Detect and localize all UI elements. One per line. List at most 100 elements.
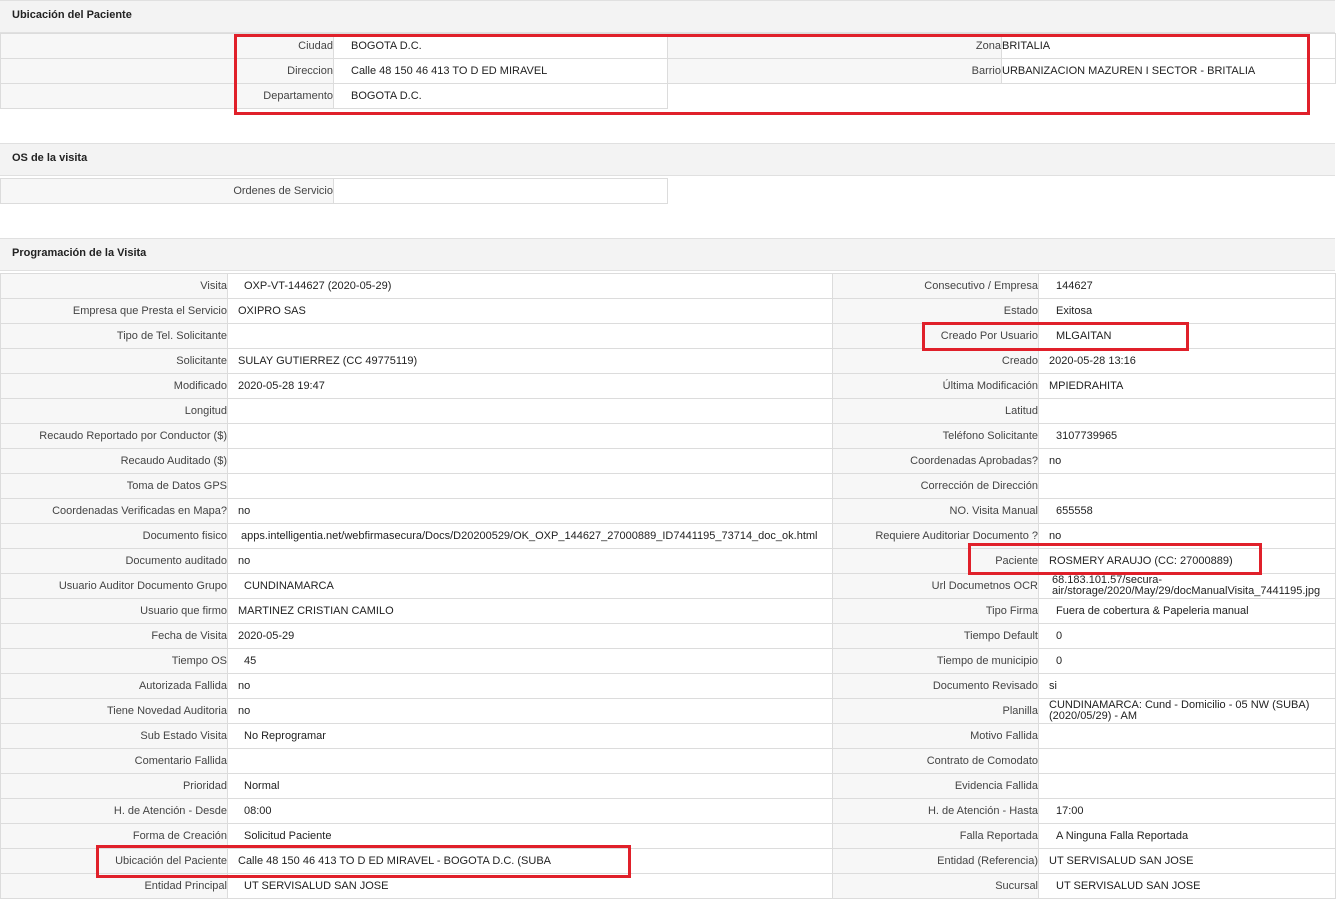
falla-reportada-value: A Ninguna Falla Reportada: [1038, 823, 1336, 849]
estado-label: Estado: [832, 298, 1039, 324]
ultima-modificacion-value: MPIEDRAHITA: [1038, 373, 1336, 399]
sucursal-value: UT SERVISALUD SAN JOSE: [1038, 873, 1336, 899]
planilla-label: Planilla: [832, 698, 1039, 724]
autorizada-fallida-value: no: [227, 673, 833, 699]
tiempo-os-label: Tiempo OS: [0, 648, 228, 674]
tiempo-de-municipio-value: 0: [1038, 648, 1336, 674]
table-row: Fecha de Visita 2020-05-29 Tiempo Default 0: [0, 623, 1336, 649]
tiene-novedad-auditoria-label: Tiene Novedad Auditoria: [0, 698, 228, 724]
departamento-value: BOGOTA D.C.: [333, 83, 668, 109]
no-visita-manual-value: 655558: [1038, 498, 1336, 524]
table-row: Prioridad Normal Evidencia Fallida: [0, 773, 1336, 799]
table-row: Tiene Novedad Auditoria no Planilla CUNDINA…: [0, 698, 1336, 724]
visita-value: OXP-VT-144627 (2020-05-29): [227, 273, 833, 299]
table-row: Toma de Datos GPS Corrección de Dirección: [0, 473, 1336, 499]
recaudo-auditado-label: Recaudo Auditado ($): [0, 448, 228, 474]
consecutivo-empresa-value: 144627: [1038, 273, 1336, 299]
toma-de-datos-gps-label: Toma de Datos GPS: [0, 473, 228, 499]
table-row: Documento auditado no Paciente ROSMERY ARAU…: [0, 548, 1336, 574]
usuario-que-firmo-value: MARTINEZ CRISTIAN CAMILO: [227, 598, 833, 624]
telefono-solicitante-value: 3107739965: [1038, 423, 1336, 449]
creado-label: Creado: [832, 348, 1039, 374]
sub-estado-visita-value: No Reprogramar: [227, 723, 833, 749]
h-de-atencion-hasta-value: 17:00: [1038, 798, 1336, 824]
table-row: Visita OXP-VT-144627 (2020-05-29) Consecut…: [0, 273, 1336, 299]
forma-de-creacion-label: Forma de Creación: [0, 823, 228, 849]
tipo-firma-label: Tipo Firma: [832, 598, 1039, 624]
requiere-auditoriar-documento-value: no: [1038, 523, 1336, 549]
comentario-fallida-value: [227, 748, 833, 774]
falla-reportada-label: Falla Reportada: [832, 823, 1039, 849]
empty-cell: [667, 83, 1336, 109]
h-de-atencion-hasta-label: H. de Atención - Hasta: [832, 798, 1039, 824]
coordenadas-aprobadas-value: no: [1038, 448, 1336, 474]
fecha-de-visita-value: 2020-05-29: [227, 623, 833, 649]
prioridad-value: Normal: [227, 773, 833, 799]
requiere-auditoriar-documento-label: Requiere Auditoriar Documento ?: [832, 523, 1039, 549]
entidad-referencia-label: Entidad (Referencia): [832, 848, 1039, 874]
correccion-de-direccion-label: Corrección de Dirección: [832, 473, 1039, 499]
tiempo-default-label: Tiempo Default: [832, 623, 1039, 649]
motivo-fallida-label: Motivo Fallida: [832, 723, 1039, 749]
tiempo-os-value: 45: [227, 648, 833, 674]
ubicacion-del-paciente-label: Ubicación del Paciente: [0, 848, 228, 874]
table-row: Modificado 2020-05-28 19:47 Última Modific…: [0, 373, 1336, 399]
creado-value: 2020-05-28 13:16: [1038, 348, 1336, 374]
coordenadas-aprobadas-label: Coordenadas Aprobadas?: [832, 448, 1039, 474]
programacion-table: Visita OXP-VT-144627 (2020-05-29) Consecut…: [0, 273, 1336, 899]
table-row: Tipo de Tel. Solicitante Creado Por Usuar…: [0, 323, 1336, 349]
table-row: H. de Atención - Desde 08:00 H. de Atenció…: [0, 798, 1336, 824]
longitud-label: Longitud: [0, 398, 228, 424]
table-row: Autorizada Fallida no Documento Revisado si: [0, 673, 1336, 699]
recaudo-reportado-por-conductor-value: [227, 423, 833, 449]
table-row: Empresa que Presta el Servicio OXIPRO SAS…: [0, 298, 1336, 324]
documento-fisico-label: Documento fisico: [0, 523, 228, 549]
usuario-auditor-documento-grupo-label: Usuario Auditor Documento Grupo: [0, 573, 228, 599]
documento-auditado-label: Documento auditado: [0, 548, 228, 574]
contrato-de-comodato-value: [1038, 748, 1336, 774]
no-visita-manual-label: NO. Visita Manual: [832, 498, 1039, 524]
forma-de-creacion-value: Solicitud Paciente: [227, 823, 833, 849]
url-documetnos-ocr-label: Url Documetnos OCR: [832, 573, 1039, 599]
documento-fisico-value: apps.intelligentia.net/webfirmasecura/Do…: [227, 523, 833, 549]
departamento-label: Departamento: [0, 83, 334, 109]
h-de-atencion-desde-label: H. de Atención - Desde: [0, 798, 228, 824]
recaudo-auditado-value: [227, 448, 833, 474]
coordenadas-verificadas-en-mapa-label: Coordenadas Verificadas en Mapa?: [0, 498, 228, 524]
table-row: Usuario que firmo MARTINEZ CRISTIAN CAMIL…: [0, 598, 1336, 624]
table-row: Recaudo Reportado por Conductor ($) Teléf…: [0, 423, 1336, 449]
consecutivo-empresa-label: Consecutivo / Empresa: [832, 273, 1039, 299]
autorizada-fallida-label: Autorizada Fallida: [0, 673, 228, 699]
table-row: Sub Estado Visita No Reprogramar Motivo Fa…: [0, 723, 1336, 749]
ubicacion-table: Ciudad BOGOTA D.C. Zona BRITALIA Direcci…: [0, 33, 1336, 109]
recaudo-reportado-por-conductor-label: Recaudo Reportado por Conductor ($): [0, 423, 228, 449]
table-row: Documento fisico apps.intelligentia.net/w…: [0, 523, 1336, 549]
paciente-value: ROSMERY ARAUJO (CC: 27000889): [1038, 548, 1336, 574]
toma-de-datos-gps-value: [227, 473, 833, 499]
ultima-modificacion-label: Última Modificación: [832, 373, 1039, 399]
comentario-fallida-label: Comentario Fallida: [0, 748, 228, 774]
direccion-label: Direccion: [0, 58, 334, 84]
paciente-label: Paciente: [832, 548, 1039, 574]
empresa-que-presta-el-servicio-value: OXIPRO SAS: [227, 298, 833, 324]
modificado-label: Modificado: [0, 373, 228, 399]
creado-por-usuario-value: MLGAITAN: [1038, 323, 1336, 349]
table-row: Ubicación del Paciente Calle 48 150 46 41…: [0, 848, 1336, 874]
table-row: Usuario Auditor Documento Grupo CUNDINAMA…: [0, 573, 1336, 599]
section-header-ubicacion: Ubicación del Paciente: [0, 0, 1335, 33]
tiempo-default-value: 0: [1038, 623, 1336, 649]
telefono-solicitante-label: Teléfono Solicitante: [832, 423, 1039, 449]
motivo-fallida-value: [1038, 723, 1336, 749]
url-documetnos-ocr-value: 68.183.101.57/secura-air/storage/2020/Ma…: [1038, 573, 1336, 599]
solicitante-label: Solicitante: [0, 348, 228, 374]
ubicacion-del-paciente-value: Calle 48 150 46 413 TO D ED MIRAVEL - BO…: [227, 848, 833, 874]
sucursal-label: Sucursal: [832, 873, 1039, 899]
coordenadas-verificadas-en-mapa-value: no: [227, 498, 833, 524]
tipo-de-tel-solicitante-label: Tipo de Tel. Solicitante: [0, 323, 228, 349]
entidad-referencia-value: UT SERVISALUD SAN JOSE: [1038, 848, 1336, 874]
table-row: Recaudo Auditado ($) Coordenadas Aprobada…: [0, 448, 1336, 474]
latitud-label: Latitud: [832, 398, 1039, 424]
tiene-novedad-auditoria-value: no: [227, 698, 833, 724]
table-row: Tiempo OS 45 Tiempo de municipio 0: [0, 648, 1336, 674]
h-de-atencion-desde-value: 08:00: [227, 798, 833, 824]
